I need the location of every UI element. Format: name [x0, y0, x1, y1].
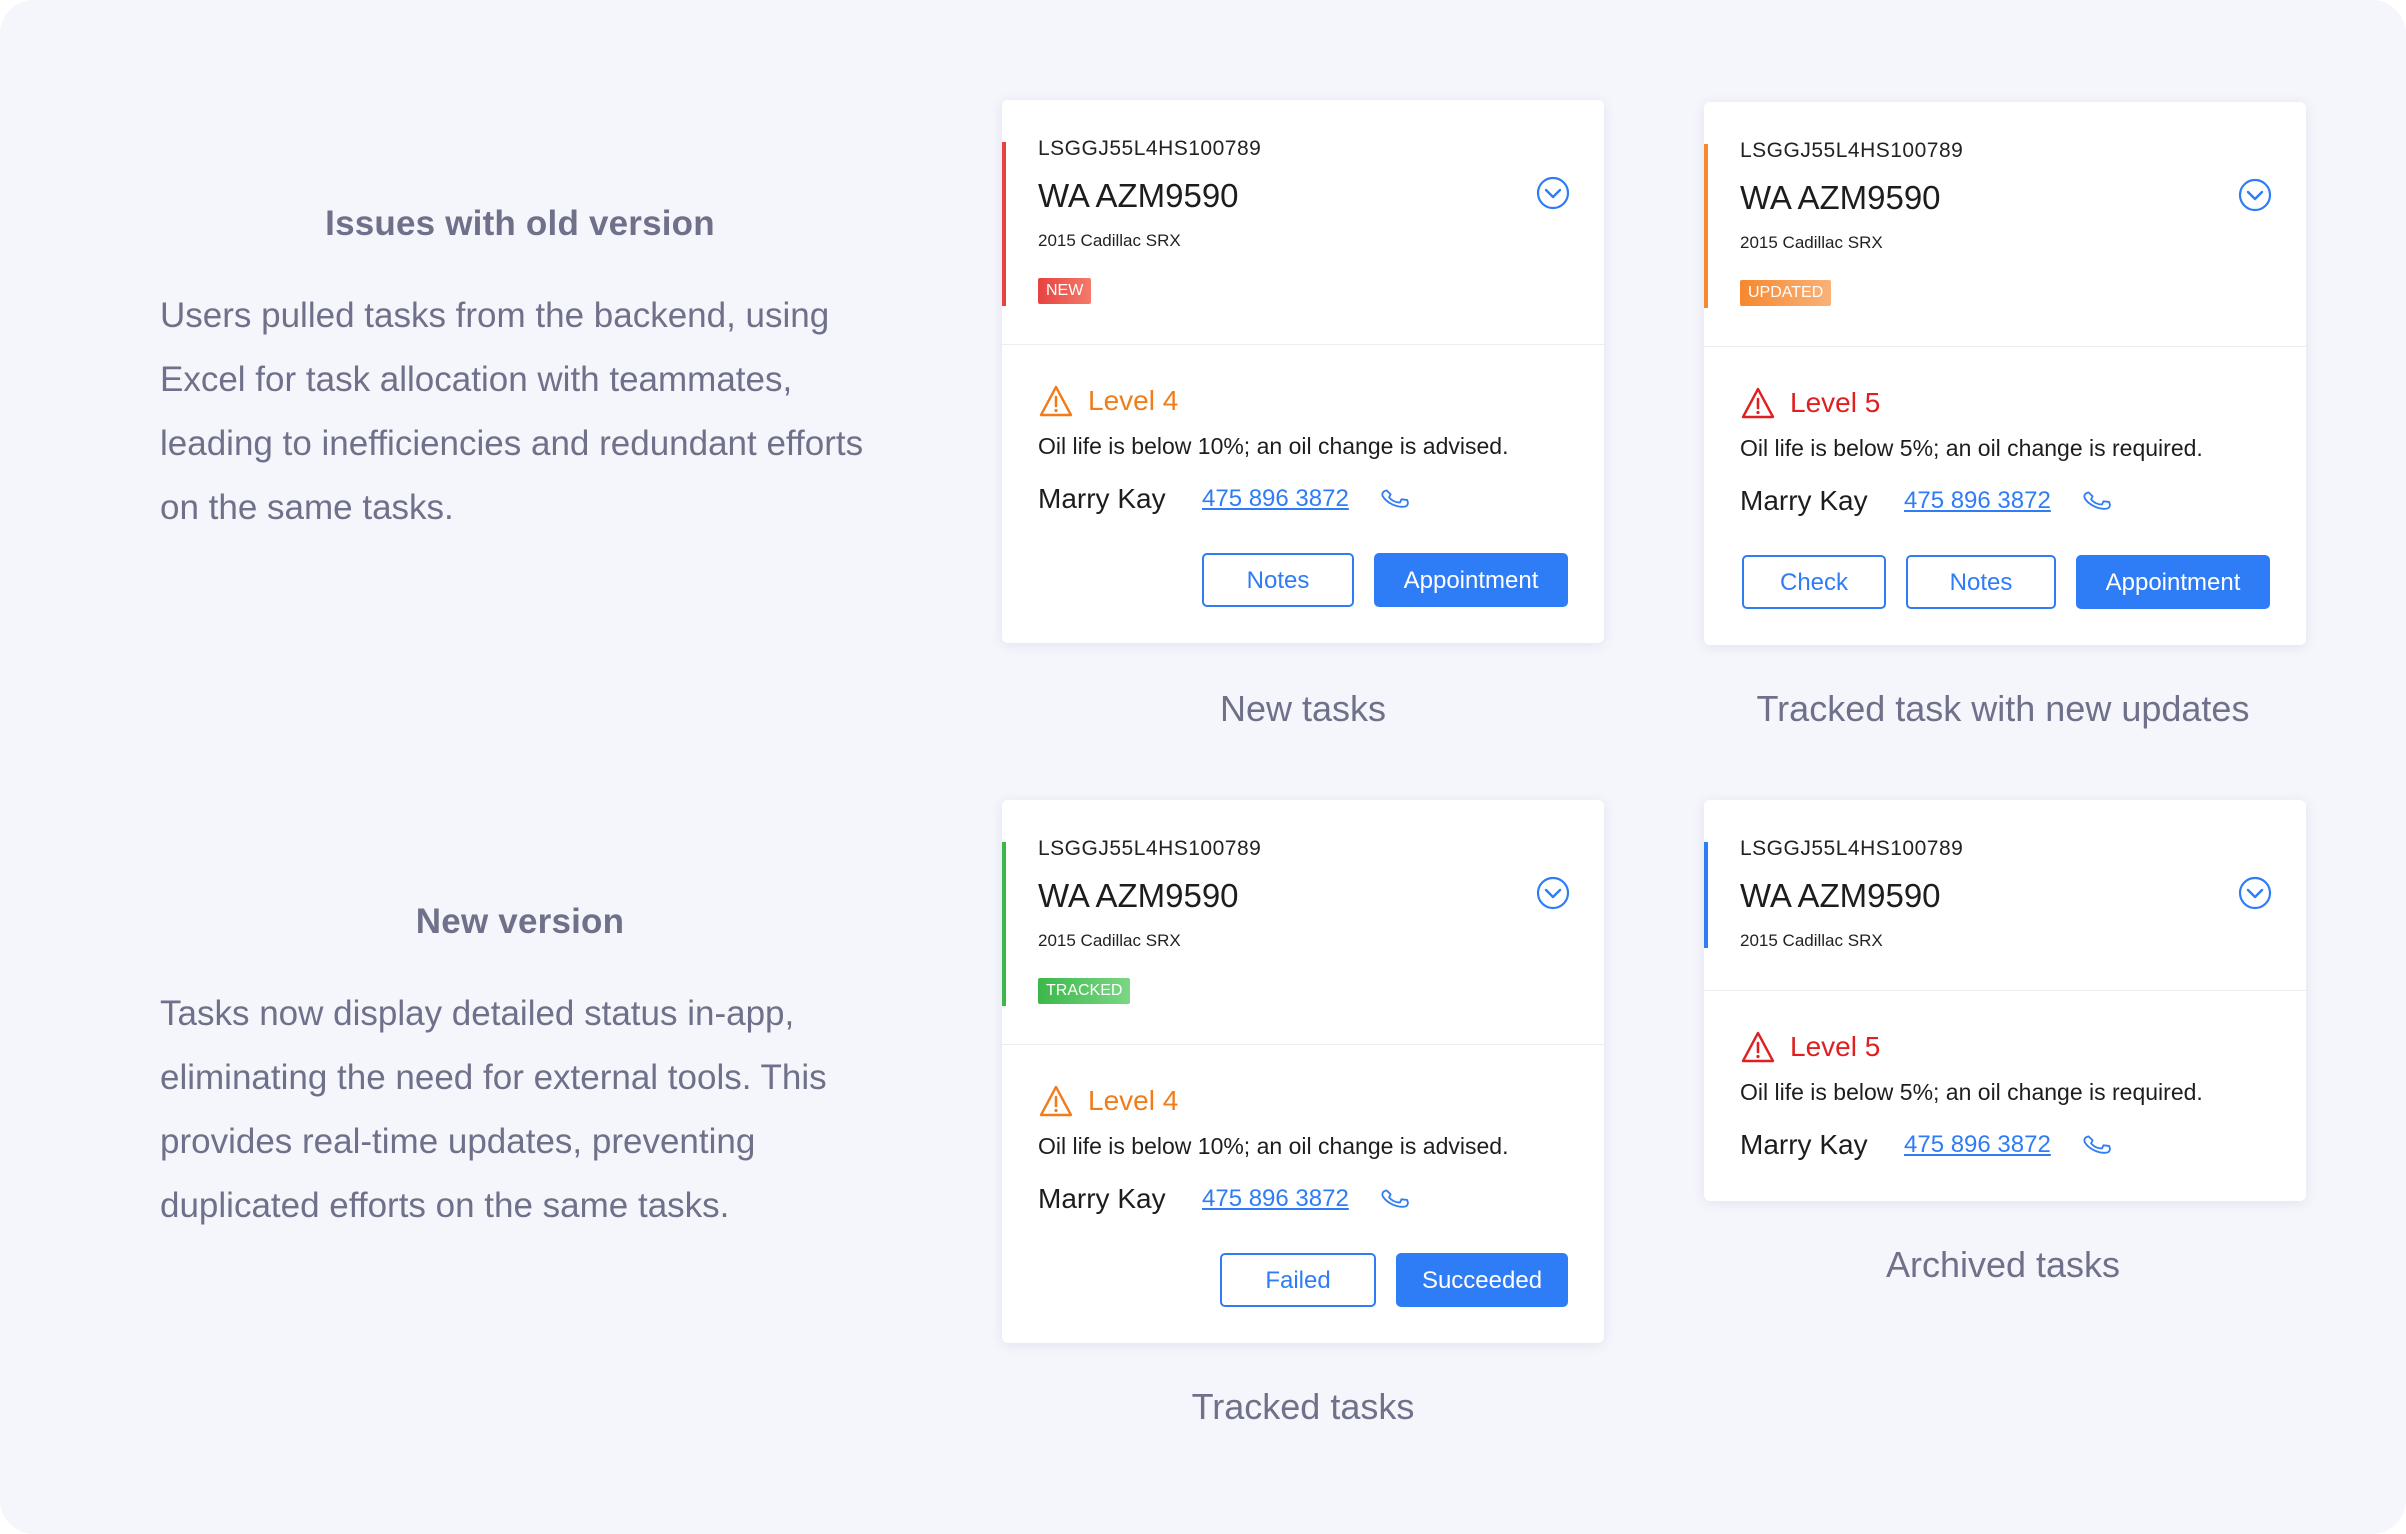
- license-plate: WA AZM9590: [1740, 179, 1941, 216]
- level-label: Level 5: [1790, 1031, 1881, 1062]
- card-body: Level 4 Oil life is below 10%; an oil ch…: [1002, 345, 1604, 643]
- phone-link[interactable]: 475 896 3872: [1904, 1131, 2082, 1159]
- status-badge: UPDATED: [1740, 280, 1832, 306]
- old-version-section: Issues with old version Users pulled tas…: [160, 204, 880, 540]
- phone-link[interactable]: 475 896 3872: [1904, 487, 2082, 515]
- appointment-button[interactable]: Appointment: [1374, 553, 1568, 607]
- card-header: LSGGJ55L4HS100789 WA AZM9590 2015 Cadill…: [1704, 102, 2306, 347]
- phone-icon[interactable]: [1380, 1184, 1410, 1214]
- warning-triangle-icon: [1741, 1031, 1775, 1063]
- status-accent-bar: [1704, 842, 1708, 948]
- phone-icon[interactable]: [1380, 484, 1410, 514]
- task-card-tracked[interactable]: LSGGJ55L4HS100789 WA AZM9590 2015 Cadill…: [1002, 800, 1604, 1343]
- level-row: Level 4: [1038, 381, 1568, 421]
- level-row: Level 4: [1038, 1081, 1568, 1121]
- contact-name: Marry Kay: [1038, 1183, 1166, 1214]
- license-plate: WA AZM9590: [1740, 877, 1941, 914]
- level-label: Level 5: [1790, 387, 1881, 418]
- new-version-text: Tasks now display detailed status in-app…: [160, 994, 827, 1225]
- level-row: Level 5: [1740, 1027, 2270, 1067]
- contact-name: Marry Kay: [1740, 485, 1868, 516]
- status-accent-bar: [1002, 842, 1006, 1006]
- vehicle-model: 2015 Cadillac SRX: [1038, 931, 1181, 950]
- vehicle-model: 2015 Cadillac SRX: [1740, 233, 1883, 252]
- contact-row: Marry Kay 475 896 3872: [1038, 1179, 1568, 1219]
- check-button[interactable]: Check: [1742, 555, 1886, 609]
- contact-name: Marry Kay: [1740, 1129, 1868, 1160]
- phone-link[interactable]: 475 896 3872: [1202, 485, 1380, 513]
- contact-row: Marry Kay 475 896 3872: [1740, 481, 2270, 521]
- caption-tracked-updates: Tracked task with new updates: [1756, 688, 2250, 729]
- vin-number: LSGGJ55L4HS100789: [1038, 837, 1262, 860]
- issue-description: Oil life is below 10%; an oil change is …: [1038, 433, 1509, 459]
- contact-row: Marry Kay 475 896 3872: [1038, 479, 1568, 519]
- level-label: Level 4: [1088, 385, 1179, 416]
- action-buttons: Check Notes Appointment: [1740, 555, 2270, 609]
- caption-archived-tasks: Archived tasks: [1885, 1244, 2121, 1285]
- notes-button[interactable]: Notes: [1906, 555, 2056, 609]
- warning-triangle-icon: [1039, 1085, 1073, 1117]
- canvas: Issues with old version Users pulled tas…: [0, 0, 2406, 1534]
- vin-number: LSGGJ55L4HS100789: [1038, 137, 1262, 160]
- warning-triangle-icon: [1039, 385, 1073, 417]
- chevron-down-circle-icon[interactable]: [2238, 876, 2272, 910]
- caption-new-tasks: New tasks: [1219, 688, 1387, 729]
- license-plate: WA AZM9590: [1038, 177, 1239, 214]
- card-header: LSGGJ55L4HS100789 WA AZM9590 2015 Cadill…: [1002, 800, 1604, 1045]
- vin-number: LSGGJ55L4HS100789: [1740, 837, 1964, 860]
- level-row: Level 5: [1740, 383, 2270, 423]
- contact-row: Marry Kay 475 896 3872: [1740, 1125, 2270, 1165]
- issue-description: Oil life is below 5%; an oil change is r…: [1740, 435, 2203, 461]
- phone-icon[interactable]: [2082, 1130, 2112, 1160]
- vehicle-model: 2015 Cadillac SRX: [1038, 231, 1181, 250]
- old-version-title: Issues with old version: [325, 204, 715, 243]
- status-accent-bar: [1002, 142, 1006, 306]
- issue-description: Oil life is below 10%; an oil change is …: [1038, 1133, 1509, 1159]
- appointment-button[interactable]: Appointment: [2076, 555, 2270, 609]
- action-buttons: Notes Appointment: [1038, 553, 1568, 607]
- failed-button[interactable]: Failed: [1220, 1253, 1376, 1307]
- phone-link[interactable]: 475 896 3872: [1202, 1185, 1380, 1213]
- card-body: Level 4 Oil life is below 10%; an oil ch…: [1002, 1045, 1604, 1343]
- action-buttons: Failed Succeeded: [1038, 1253, 1568, 1307]
- status-badge: TRACKED: [1038, 978, 1131, 1004]
- license-plate: WA AZM9590: [1038, 877, 1239, 914]
- card-header: LSGGJ55L4HS100789 WA AZM9590 2015 Cadill…: [1002, 100, 1604, 345]
- status-badge: NEW: [1038, 278, 1092, 304]
- issue-description: Oil life is below 5%; an oil change is r…: [1740, 1079, 2203, 1105]
- new-version-section: New version Tasks now display detailed s…: [160, 902, 880, 1238]
- contact-name: Marry Kay: [1038, 483, 1166, 514]
- level-label: Level 4: [1088, 1085, 1179, 1116]
- warning-triangle-icon: [1741, 387, 1775, 419]
- chevron-down-circle-icon[interactable]: [1536, 876, 1570, 910]
- card-header: LSGGJ55L4HS100789 WA AZM9590 2015 Cadill…: [1704, 800, 2306, 991]
- notes-button[interactable]: Notes: [1202, 553, 1354, 607]
- vin-number: LSGGJ55L4HS100789: [1740, 139, 1964, 162]
- task-card-updated[interactable]: LSGGJ55L4HS100789 WA AZM9590 2015 Cadill…: [1704, 102, 2306, 645]
- task-card-archived[interactable]: LSGGJ55L4HS100789 WA AZM9590 2015 Cadill…: [1704, 800, 2306, 1201]
- succeeded-button[interactable]: Succeeded: [1396, 1253, 1568, 1307]
- card-body: Level 5 Oil life is below 5%; an oil cha…: [1704, 347, 2306, 645]
- task-card-new[interactable]: LSGGJ55L4HS100789 WA AZM9590 2015 Cadill…: [1002, 100, 1604, 643]
- status-accent-bar: [1704, 144, 1708, 308]
- new-version-title: New version: [415, 902, 625, 941]
- phone-icon[interactable]: [2082, 486, 2112, 516]
- chevron-down-circle-icon[interactable]: [2238, 178, 2272, 212]
- card-body: Level 5 Oil life is below 5%; an oil cha…: [1704, 991, 2306, 1201]
- chevron-down-circle-icon[interactable]: [1536, 176, 1570, 210]
- old-version-text: Users pulled tasks from the backend, usi…: [160, 296, 864, 527]
- caption-tracked-tasks: Tracked tasks: [1191, 1386, 1415, 1427]
- vehicle-model: 2015 Cadillac SRX: [1740, 931, 1883, 950]
